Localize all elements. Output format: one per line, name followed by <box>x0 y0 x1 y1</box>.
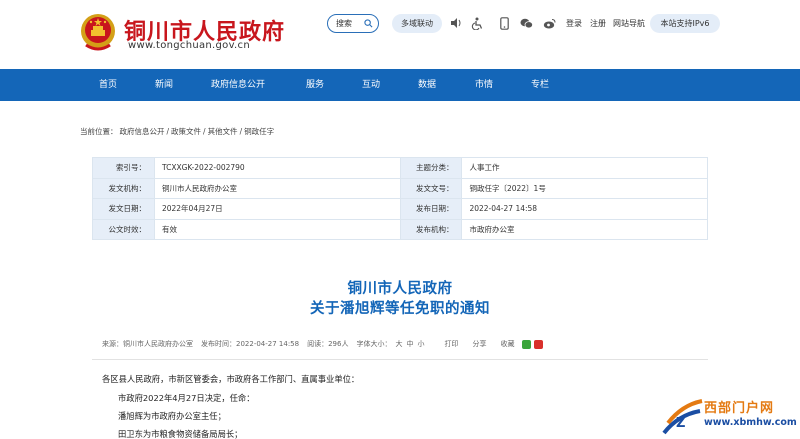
share-button[interactable]: 分享 <box>472 339 486 349</box>
divider <box>92 359 708 360</box>
search-icon[interactable] <box>364 19 373 28</box>
nav-item-city[interactable]: 市情 <box>475 69 493 101</box>
article-title-line2: 关于潘旭辉等任免职的通知 <box>310 301 490 317</box>
breadcrumb-item[interactable]: 铜政任字 <box>244 127 274 136</box>
meta-value: 人事工作 <box>461 157 708 179</box>
font-size-small-button[interactable]: 小 <box>417 339 424 349</box>
accessibility-icon[interactable] <box>470 16 484 30</box>
table-row: 索引号： TCXXGK-2022-002790 主题分类： 人事工作 <box>92 157 708 179</box>
breadcrumb-item[interactable]: 政策文件 <box>171 127 201 136</box>
body-paragraph: 田卫东为市粮食物资储备局局长； <box>118 429 243 439</box>
wechat-share-icon[interactable] <box>522 339 532 349</box>
site-nav-link[interactable]: 网站导航 <box>613 18 645 29</box>
site-url: www.tongchuan.gov.cn <box>128 40 250 51</box>
meta-value: 铜政任字〔2022〕1号 <box>461 177 708 199</box>
meta-label: 索引号： <box>92 157 155 179</box>
nav-item-home[interactable]: 首页 <box>99 69 117 101</box>
multi-domain-button[interactable]: 多域联动 <box>392 14 442 33</box>
font-size-label: 字体大小： <box>356 340 392 348</box>
search-label: 搜索 <box>336 19 352 28</box>
meta-label: 发文文号： <box>399 177 463 199</box>
article-title-line1: 铜川市人民政府 <box>347 281 453 297</box>
print-button[interactable]: 打印 <box>444 339 458 349</box>
search-box[interactable]: 搜索 <box>327 14 379 33</box>
svg-text:Z: Z <box>676 416 685 431</box>
page: 铜川市人民政府 www.tongchuan.gov.cn 搜索 多域联动 登录 … <box>0 0 800 439</box>
table-row: 发文机构： 铜川市人民政府办公室 发文文号： 铜政任字〔2022〕1号 <box>92 177 708 199</box>
meta-label: 发文日期： <box>92 198 155 220</box>
nav-item-service[interactable]: 服务 <box>306 69 324 101</box>
favorite-button[interactable]: 收藏 <box>500 339 514 349</box>
nav-item-info[interactable]: 政府信息公开 <box>211 69 265 101</box>
article-info-bar: 来源：铜川市人民政府办公室 发布时间：2022-04-27 14:58 阅读：2… <box>102 338 551 350</box>
body-paragraph: 市政府2022年4月27日决定，任命： <box>118 393 255 403</box>
meta-value: 市政府办公室 <box>461 218 708 240</box>
meta-value: 2022-04-27 14:58 <box>461 198 708 220</box>
table-row: 发文日期： 2022年04月27日 发布日期： 2022-04-27 14:58 <box>92 198 708 220</box>
nav-item-column[interactable]: 专栏 <box>531 69 549 101</box>
wechat-icon[interactable] <box>519 16 533 30</box>
source-info: 来源：铜川市人民政府办公室 <box>102 340 193 348</box>
login-link[interactable]: 登录 <box>566 18 582 29</box>
watermark-name: 西部门户网 <box>704 401 775 416</box>
validity-status: 有效 <box>153 218 401 240</box>
source-value: 铜川市人民政府办公室 <box>123 340 193 348</box>
meta-value: 2022年04月27日 <box>153 198 401 220</box>
publish-time-value: 2022-04-27 14:58 <box>236 340 300 348</box>
body-paragraph: 各区县人民政府，市新区管委会，市政府各工作部门、直属事业单位： <box>102 374 360 384</box>
table-row: 公文时效： 有效 发布机构： 市政府办公室 <box>92 218 708 240</box>
views-info: 阅读：296人 <box>307 340 349 348</box>
font-size-medium-button[interactable]: 中 <box>406 339 413 349</box>
meta-value: 铜川市人民政府办公室 <box>153 177 401 199</box>
meta-value: TCXXGK-2022-002790 <box>153 157 401 179</box>
breadcrumb-item[interactable]: 政府信息公开 <box>120 127 165 136</box>
body-paragraph: 潘旭辉为市政府办公室主任； <box>118 411 226 421</box>
nav-item-interact[interactable]: 互动 <box>362 69 380 101</box>
ipv6-badge: 本站支持IPv6 <box>650 14 720 33</box>
meta-label: 发布日期： <box>399 198 463 220</box>
national-emblem-icon <box>81 14 115 51</box>
site-header: 铜川市人民政府 www.tongchuan.gov.cn 搜索 多域联动 登录 … <box>0 0 800 68</box>
meta-label: 公文时效： <box>92 218 155 240</box>
breadcrumb-item[interactable]: 其他文件 <box>208 127 238 136</box>
font-size-large-button[interactable]: 大 <box>395 339 402 349</box>
breadcrumb-prefix: 当前位置： <box>80 127 118 136</box>
nav-item-data[interactable]: 数据 <box>418 69 436 101</box>
document-meta-table: 索引号： TCXXGK-2022-002790 主题分类： 人事工作 发文机构：… <box>92 157 708 240</box>
weibo-share-icon[interactable] <box>534 339 544 349</box>
weibo-icon[interactable] <box>542 16 556 30</box>
sound-icon[interactable] <box>449 16 463 30</box>
meta-label: 主题分类： <box>399 157 463 179</box>
meta-label: 发文机构： <box>92 177 155 199</box>
publish-time-info: 发布时间：2022-04-27 14:58 <box>201 340 300 348</box>
meta-label: 发布机构： <box>399 218 463 240</box>
mobile-icon[interactable] <box>497 16 511 30</box>
nav-item-news[interactable]: 新闻 <box>155 69 173 101</box>
main-nav: 首页 新闻 政府信息公开 服务 互动 数据 市情 专栏 <box>0 69 800 101</box>
views-value: 296人 <box>328 340 349 348</box>
breadcrumb: 当前位置： 政府信息公开 / 政策文件 / 其他文件 / 铜政任字 <box>80 127 275 136</box>
watermark-url: www.xbmhw.com <box>704 417 797 428</box>
register-link[interactable]: 注册 <box>590 18 606 29</box>
